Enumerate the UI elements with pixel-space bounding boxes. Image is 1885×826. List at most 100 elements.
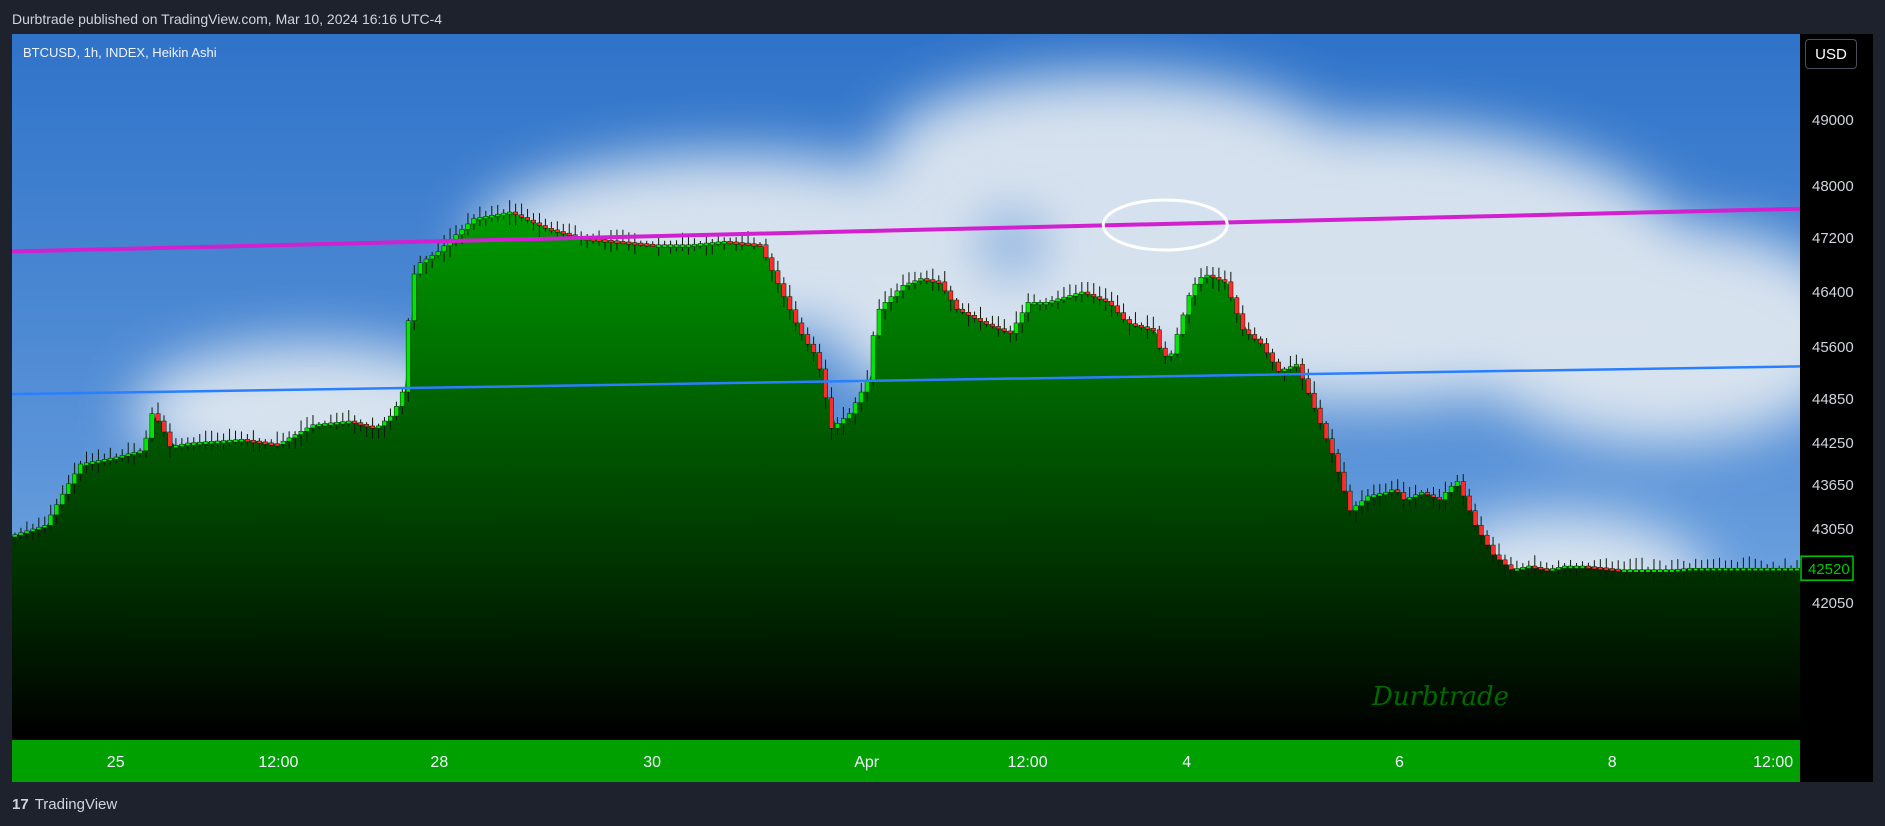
candle-body bbox=[966, 311, 972, 316]
time-tick-label: 28 bbox=[430, 754, 448, 771]
candle-body bbox=[1210, 274, 1216, 278]
candle-body bbox=[912, 280, 918, 284]
price-chart[interactable]: Durbtrade 49000 48000 47200 46400 45600 44850… bbox=[12, 34, 1873, 782]
candle-body bbox=[1645, 569, 1651, 573]
candle-body bbox=[1353, 505, 1359, 511]
candle-body bbox=[423, 258, 429, 263]
candle-body bbox=[310, 424, 316, 429]
candle-body bbox=[757, 243, 763, 247]
candle-body bbox=[1383, 492, 1389, 496]
price-axis[interactable] bbox=[1800, 34, 1873, 734]
price-tick-label: 43650 bbox=[1812, 477, 1854, 494]
candle-body bbox=[24, 530, 30, 534]
candle-body bbox=[1794, 567, 1800, 571]
candle-body bbox=[250, 439, 256, 443]
candle-body bbox=[483, 216, 489, 220]
candle-body bbox=[66, 483, 72, 495]
candle-body bbox=[1746, 567, 1752, 571]
candle-body bbox=[1478, 525, 1484, 536]
candle-body bbox=[1621, 569, 1627, 573]
time-tick-label: 12:00 bbox=[258, 754, 298, 771]
candle-body bbox=[763, 244, 769, 258]
candle-body bbox=[131, 452, 137, 456]
candle-body bbox=[334, 421, 340, 425]
candle-body bbox=[781, 283, 787, 297]
candle-body bbox=[942, 281, 948, 292]
candle-body bbox=[614, 240, 620, 244]
candle-body bbox=[948, 290, 954, 301]
candle-body bbox=[1216, 277, 1222, 281]
currency-button[interactable]: USD bbox=[1805, 39, 1857, 69]
candle-body bbox=[984, 321, 989, 325]
candle-body bbox=[215, 440, 221, 444]
time-tick-label: 4 bbox=[1182, 754, 1191, 771]
candle-body bbox=[1401, 492, 1407, 500]
candle-body bbox=[405, 320, 411, 393]
chart-frame[interactable]: Durbtrade 49000 48000 47200 46400 45600 44850… bbox=[12, 34, 1873, 782]
candle-body bbox=[155, 413, 161, 422]
candle-body bbox=[1419, 492, 1424, 496]
candle-body bbox=[840, 418, 846, 424]
candle-body bbox=[668, 244, 674, 248]
candle-body bbox=[1734, 567, 1740, 571]
candle-body bbox=[161, 420, 167, 433]
candle-body bbox=[227, 439, 232, 443]
candle-body bbox=[1538, 566, 1544, 570]
candle-body bbox=[1174, 334, 1180, 355]
candle-body bbox=[1061, 296, 1067, 300]
candle-body bbox=[239, 439, 244, 443]
candle-body bbox=[1389, 489, 1395, 493]
candle-body bbox=[715, 241, 721, 245]
candle-body bbox=[1526, 565, 1532, 569]
candle-body bbox=[286, 437, 292, 442]
candle-body bbox=[709, 242, 715, 246]
candle-body bbox=[1740, 567, 1746, 571]
candle-body bbox=[1287, 366, 1293, 370]
candle-body bbox=[620, 241, 626, 245]
price-tick-label: 43050 bbox=[1812, 521, 1854, 538]
candle-body bbox=[1532, 565, 1538, 569]
candle-body bbox=[203, 441, 209, 445]
candle-body bbox=[662, 244, 668, 248]
candle-body bbox=[441, 245, 447, 252]
candle-body bbox=[328, 422, 334, 426]
candle-body bbox=[429, 255, 435, 260]
candle-body bbox=[1627, 569, 1633, 573]
candle-body bbox=[137, 450, 143, 454]
candle-body bbox=[393, 406, 399, 417]
candle-body bbox=[274, 443, 280, 447]
candle-body bbox=[233, 439, 238, 443]
publish-header: Durbtrade published on TradingView.com, … bbox=[0, 0, 1885, 38]
price-tick-label: 44850 bbox=[1812, 391, 1854, 408]
candle-body bbox=[1651, 569, 1657, 573]
candle-body bbox=[1454, 481, 1460, 487]
candle-body bbox=[882, 302, 888, 310]
candle-body bbox=[1222, 279, 1228, 283]
candle-body bbox=[1574, 565, 1579, 569]
candle-body bbox=[185, 442, 191, 446]
candle-body bbox=[84, 462, 89, 466]
candle-body bbox=[1514, 568, 1520, 572]
candle-body bbox=[954, 299, 960, 310]
price-tick-label: 48000 bbox=[1812, 178, 1854, 195]
candle-body bbox=[1341, 471, 1347, 492]
candle-body bbox=[650, 243, 656, 247]
candle-body bbox=[95, 460, 101, 464]
candle-body bbox=[322, 423, 328, 427]
candle-body bbox=[1282, 368, 1287, 372]
candle-body bbox=[244, 439, 250, 443]
candle-body bbox=[560, 231, 566, 235]
candle-body bbox=[298, 431, 304, 435]
candle-body bbox=[382, 420, 387, 427]
candle-body bbox=[894, 290, 900, 297]
candle-body bbox=[1305, 378, 1311, 394]
price-tick-label: 49000 bbox=[1812, 112, 1854, 129]
candle-body bbox=[727, 241, 733, 245]
candle-body bbox=[60, 493, 66, 505]
candle-body bbox=[304, 427, 310, 432]
candle-body bbox=[989, 323, 995, 327]
candle-body bbox=[900, 285, 906, 292]
candle-body bbox=[125, 453, 131, 457]
candle-body bbox=[638, 242, 644, 246]
candle-body bbox=[1395, 489, 1401, 493]
